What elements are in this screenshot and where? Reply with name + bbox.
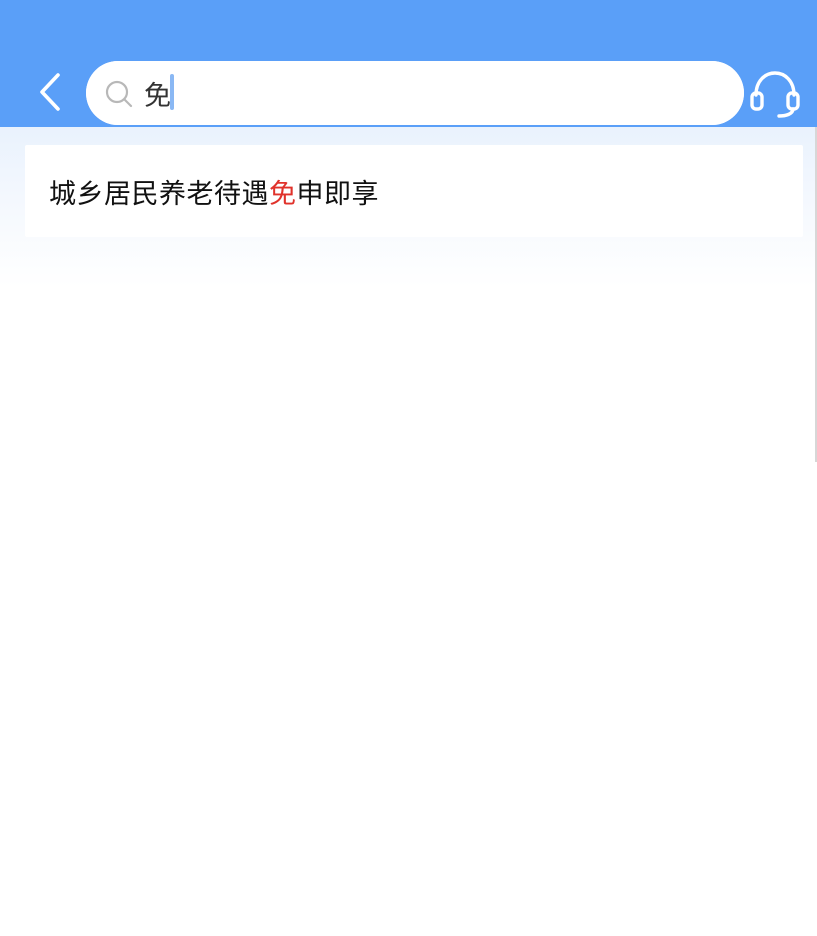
chevron-left-icon [40, 73, 60, 111]
search-input[interactable] [144, 71, 664, 115]
text-cursor [170, 74, 174, 110]
result-title-prefix: 城乡居民养老待遇 [49, 178, 269, 210]
headset-icon [750, 71, 800, 118]
customer-service-button[interactable] [748, 66, 802, 120]
result-title-match: 免 [269, 178, 297, 210]
search-bar[interactable] [86, 61, 744, 125]
search-result-item[interactable]: 城乡居民养老待遇免申即享 [25, 145, 803, 237]
result-title: 城乡居民养老待遇免申即享 [49, 172, 379, 211]
search-icon [105, 80, 133, 108]
back-button[interactable] [28, 66, 72, 118]
result-title-suffix: 申即享 [296, 178, 379, 210]
